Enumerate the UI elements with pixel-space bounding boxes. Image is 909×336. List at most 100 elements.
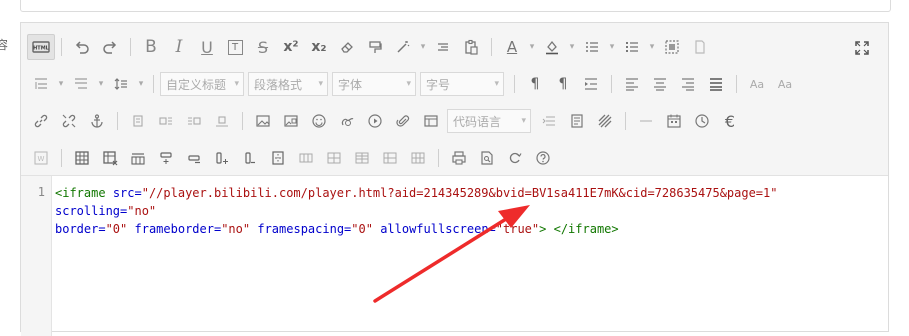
chevron-down-icon[interactable]: ▾ [606, 42, 618, 52]
blank-doc-icon [695, 40, 705, 54]
rtl-button[interactable]: ¶ [549, 71, 577, 97]
background-color-button[interactable] [538, 34, 566, 60]
line-height-button[interactable] [107, 71, 135, 97]
align-center-button[interactable] [646, 71, 674, 97]
code-language-select[interactable]: 代码语言 ▾ [447, 109, 531, 133]
ordered-list-icon [586, 42, 598, 52]
chevron-down-icon[interactable]: ▾ [135, 79, 147, 89]
select-all-button[interactable] [658, 34, 686, 60]
search-replace-button[interactable] [501, 145, 529, 171]
ordered-list-button[interactable] [578, 34, 606, 60]
format-painter-button[interactable] [361, 34, 389, 60]
word-import-button[interactable]: W [27, 145, 55, 171]
html-source-button[interactable]: HTML [27, 34, 55, 60]
fullscreen-button[interactable] [848, 35, 876, 61]
merge-cells-button[interactable] [264, 145, 292, 171]
fullscreen-icon [855, 41, 869, 55]
split-to-cells-button[interactable] [348, 145, 376, 171]
image-center-icon [216, 116, 228, 127]
custom-heading-select[interactable]: 自定义标题 ▾ [160, 72, 244, 96]
link-button[interactable] [27, 108, 55, 134]
code-tag: <iframe [55, 186, 106, 200]
unlink-button[interactable] [55, 108, 83, 134]
print-button[interactable] [445, 145, 473, 171]
chevron-down-icon[interactable]: ▾ [95, 79, 107, 89]
background-pattern-icon [598, 114, 612, 128]
insert-table-button[interactable] [68, 145, 96, 171]
code-line[interactable]: <iframe src="//player.bilibili.com/playe… [55, 184, 885, 238]
chevron-down-icon[interactable]: ▾ [55, 79, 67, 89]
insert-date-button[interactable] [660, 108, 688, 134]
split-to-rows-button[interactable] [376, 145, 404, 171]
underline-button[interactable]: U [193, 34, 221, 60]
clear-format-button[interactable] [333, 34, 361, 60]
image-left-button[interactable] [152, 108, 180, 134]
insert-row-button[interactable] [152, 145, 180, 171]
ltr-button[interactable]: ¶ [521, 71, 549, 97]
chevron-down-icon[interactable]: ▾ [566, 42, 578, 52]
auto-format-button[interactable] [389, 34, 417, 60]
emoji-button[interactable] [305, 108, 333, 134]
background-button[interactable] [591, 108, 619, 134]
delete-row-icon [188, 155, 200, 164]
subscript-button[interactable]: x₂ [305, 34, 333, 60]
insert-image-upload-button[interactable] [277, 108, 305, 134]
undo-button[interactable] [68, 34, 96, 60]
insert-frame-button[interactable] [417, 108, 445, 134]
template-button[interactable] [563, 108, 591, 134]
image-none-button[interactable] [124, 108, 152, 134]
chevron-down-icon[interactable]: ▾ [417, 42, 429, 52]
bold-button[interactable]: B [137, 34, 165, 60]
scrawl-button[interactable] [333, 108, 361, 134]
row-spacing-bottom-button[interactable] [67, 71, 95, 97]
font-size-select[interactable]: 字号 ▾ [420, 72, 504, 96]
align-left-icon [626, 78, 638, 91]
clear-doc-button[interactable] [686, 34, 714, 60]
anchor-button[interactable] [83, 108, 111, 134]
special-chars-button[interactable]: € [716, 108, 744, 134]
row-spacing-top-button[interactable] [27, 71, 55, 97]
delete-col-button[interactable] [236, 145, 264, 171]
svg-text:HTML: HTML [33, 46, 50, 52]
insert-paragraph-before-table-button[interactable] [124, 145, 152, 171]
page-break-button[interactable] [535, 108, 563, 134]
image-right-button[interactable] [180, 108, 208, 134]
strikethrough-button[interactable]: S [249, 34, 277, 60]
html-source-editor[interactable]: 1 <iframe src="//player.bilibili.com/pla… [21, 176, 888, 336]
horizontal-rule-button[interactable] [632, 108, 660, 134]
lowercase-button[interactable]: Aa [771, 71, 799, 97]
font-family-select[interactable]: 字体 ▾ [332, 72, 416, 96]
split-to-cols-button[interactable] [404, 145, 432, 171]
paragraph-ltr-icon: ¶ [530, 76, 540, 92]
uppercase-button[interactable]: Aa [743, 71, 771, 97]
chevron-down-icon[interactable]: ▾ [526, 42, 538, 52]
align-right-button[interactable] [674, 71, 702, 97]
insert-col-button[interactable] [208, 145, 236, 171]
attachment-button[interactable] [389, 108, 417, 134]
indent-button[interactable] [577, 71, 605, 97]
blockquote-button[interactable] [429, 34, 457, 60]
text-border-button[interactable]: T [221, 34, 249, 60]
delete-table-button[interactable] [96, 145, 124, 171]
paste-text-button[interactable] [457, 34, 485, 60]
horizontal-rule-icon [640, 120, 652, 122]
align-justify-button[interactable] [702, 71, 730, 97]
preview-button[interactable] [473, 145, 501, 171]
insert-image-button[interactable] [249, 108, 277, 134]
font-color-button[interactable]: A [498, 34, 526, 60]
delete-row-button[interactable] [180, 145, 208, 171]
chevron-down-icon[interactable]: ▾ [646, 42, 658, 52]
insert-time-button[interactable] [688, 108, 716, 134]
unordered-list-button[interactable] [618, 34, 646, 60]
image-left-icon [159, 117, 172, 125]
align-left-button[interactable] [618, 71, 646, 97]
image-center-button[interactable] [208, 108, 236, 134]
italic-button[interactable]: I [165, 34, 193, 60]
merge-down-button[interactable] [320, 145, 348, 171]
redo-button[interactable] [96, 34, 124, 60]
help-button[interactable] [529, 145, 557, 171]
paragraph-format-select[interactable]: 段落格式 ▾ [248, 72, 328, 96]
merge-right-button[interactable] [292, 145, 320, 171]
insert-video-button[interactable] [361, 108, 389, 134]
superscript-button[interactable]: x² [277, 34, 305, 60]
